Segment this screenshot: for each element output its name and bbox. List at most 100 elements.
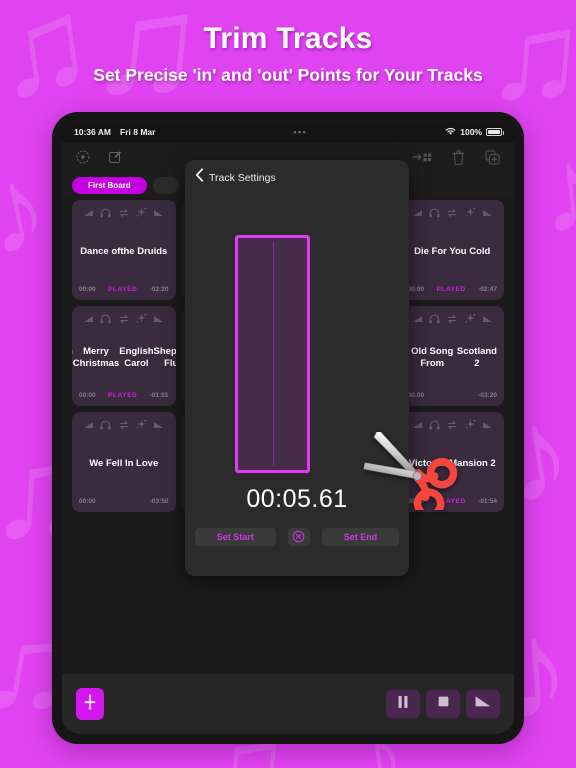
- tile-footer: 00:00 PLAYED -01:54: [401, 498, 505, 512]
- headphones-icon[interactable]: [429, 208, 440, 218]
- tile-title: Die For You Cold: [414, 246, 491, 258]
- set-end-button[interactable]: Set End: [321, 528, 400, 546]
- tile-icon-row: [401, 306, 505, 324]
- tile-remaining-time: -01:01: [149, 392, 169, 399]
- tile-icon-row: [72, 412, 176, 430]
- tile-footer: 00:00 PLAYED -02:20: [72, 286, 176, 300]
- bottom-toolbar: [62, 674, 514, 734]
- music-note-decoration: ♪: [533, 120, 576, 260]
- loop-icon[interactable]: [118, 208, 130, 218]
- promo-header: Trim Tracks Set Precise 'in' and 'out' P…: [0, 0, 576, 86]
- stop-icon: [437, 695, 450, 713]
- battery-full-icon: [486, 128, 504, 136]
- fade-in-icon[interactable]: [412, 420, 423, 429]
- status-center-dots: •••: [293, 127, 308, 137]
- fade-in-icon[interactable]: [83, 208, 94, 217]
- reset-trim-button[interactable]: [287, 528, 310, 546]
- loop-icon[interactable]: [446, 208, 458, 218]
- tile-icon-row: [72, 306, 176, 324]
- soundboard-tile[interactable]: Old Song From Scotland 2 00:00 -03:20: [400, 306, 505, 406]
- tile-footer: 00:00 PLAYED -02:47: [401, 286, 505, 300]
- tile-icon-row: [401, 200, 505, 218]
- app-toolbar-right: [412, 149, 500, 165]
- tile-start-time: 00:00: [79, 498, 96, 505]
- stop-button[interactable]: [426, 690, 460, 718]
- fade-out-icon[interactable]: [482, 208, 493, 217]
- fade-ramp-icon: [474, 695, 492, 713]
- fade-in-icon[interactable]: [412, 314, 423, 323]
- tile-remaining-time: -02:20: [149, 286, 169, 293]
- tile-footer: 00:00 -03:20: [401, 392, 505, 406]
- effects-sparkle-icon[interactable]: [465, 207, 476, 218]
- status-date: Fri 8 Mar: [120, 127, 156, 137]
- headphones-icon[interactable]: [429, 314, 440, 324]
- fade-out-icon[interactable]: [153, 420, 164, 429]
- tile-played-badge: PLAYED: [436, 498, 466, 505]
- trim-action-buttons: Set Start Set End: [185, 528, 409, 546]
- tile-start-time: 00:00: [407, 392, 425, 399]
- effects-sparkle-icon[interactable]: [136, 419, 147, 430]
- board-tab-first-board[interactable]: First Board: [72, 176, 147, 194]
- modal-header: Track Settings: [185, 160, 409, 187]
- tile-played-badge: PLAYED: [436, 286, 466, 293]
- tile-remaining-time: -03:50: [149, 498, 169, 505]
- edit-square-icon[interactable]: [108, 150, 122, 164]
- status-time: 10:36 AM: [74, 127, 112, 137]
- tile-footer: 00:00 -03:50: [72, 498, 176, 512]
- trim-timer-display: 00:05.61: [246, 485, 348, 513]
- soundboard-tile[interactable]: We Fell In Love 00:00 -03:50: [72, 412, 176, 512]
- modal-title: Track Settings: [209, 171, 276, 184]
- play-circle-icon[interactable]: [76, 150, 90, 164]
- effects-sparkle-icon[interactable]: [465, 313, 476, 324]
- loop-icon[interactable]: [446, 420, 458, 430]
- fade-out-icon[interactable]: [482, 314, 493, 323]
- effects-sparkle-icon[interactable]: [136, 207, 147, 218]
- tile-remaining-time: -03:20: [478, 392, 497, 399]
- headphones-icon[interactable]: [100, 420, 112, 430]
- fade-in-icon[interactable]: [83, 420, 94, 429]
- soundboard-tile[interactable]: Dance of the Druids 00:00 PLAYED -02:20: [72, 200, 176, 300]
- loop-icon[interactable]: [118, 314, 130, 324]
- tile-start-time: 00:00: [407, 498, 425, 505]
- soundboard-tile[interactable]: Victorian Mansion 2 00:00 PLAYED -01:54: [400, 412, 505, 512]
- status-bar: 10:36 AM Fri 8 Mar ••• 100%: [62, 122, 514, 142]
- back-chevron-icon[interactable]: [195, 168, 204, 187]
- effects-sparkle-icon[interactable]: [136, 313, 147, 324]
- loop-icon[interactable]: [118, 420, 130, 430]
- fader-mixer-icon: [82, 693, 98, 716]
- status-bar-right: 100%: [445, 127, 504, 138]
- fade-out-icon[interactable]: [153, 314, 164, 323]
- fade-in-icon[interactable]: [83, 314, 94, 323]
- page-title: Trim Tracks: [203, 22, 373, 55]
- tile-title: We Wish You AMerry ChristmasEnglish Caro…: [72, 346, 176, 369]
- battery-percent-label: 100%: [460, 127, 482, 137]
- fade-out-icon[interactable]: [482, 420, 493, 429]
- track-settings-modal: Track Settings 00:05.61 Set Start Set En…: [185, 160, 409, 576]
- trash-icon[interactable]: [452, 149, 465, 165]
- tile-icon-row: [401, 412, 505, 430]
- fader-mixer-button[interactable]: [76, 688, 104, 720]
- trim-selection-rectangle[interactable]: [235, 235, 310, 473]
- page-subtitle: Set Precise 'in' and 'out' Points for Yo…: [93, 65, 483, 85]
- pause-button[interactable]: [386, 690, 420, 718]
- tile-start-time: 00:00: [79, 392, 96, 399]
- effects-sparkle-icon[interactable]: [465, 419, 476, 430]
- headphones-icon[interactable]: [429, 420, 440, 430]
- loop-icon[interactable]: [446, 314, 458, 324]
- duplicate-icon[interactable]: [485, 150, 500, 165]
- set-start-button[interactable]: Set Start: [194, 528, 276, 546]
- tile-title: Old Song From Scotland 2: [411, 346, 497, 369]
- fade-button[interactable]: [466, 690, 500, 718]
- transport-controls: [386, 690, 500, 718]
- move-to-grid-icon[interactable]: [412, 150, 432, 165]
- board-tab-next[interactable]: [152, 176, 179, 194]
- fade-out-icon[interactable]: [153, 208, 164, 217]
- soundboard-tile[interactable]: We Wish You AMerry ChristmasEnglish Caro…: [72, 306, 176, 406]
- soundboard-tile[interactable]: Die For You Cold 00:00 PLAYED -02:47: [400, 200, 505, 300]
- headphones-icon[interactable]: [100, 314, 112, 324]
- fade-in-icon[interactable]: [412, 208, 423, 217]
- tile-footer: 00:00 PLAYED -01:01: [72, 392, 176, 406]
- headphones-icon[interactable]: [100, 208, 112, 218]
- pause-icon: [397, 695, 409, 714]
- tile-icon-row: [72, 200, 176, 218]
